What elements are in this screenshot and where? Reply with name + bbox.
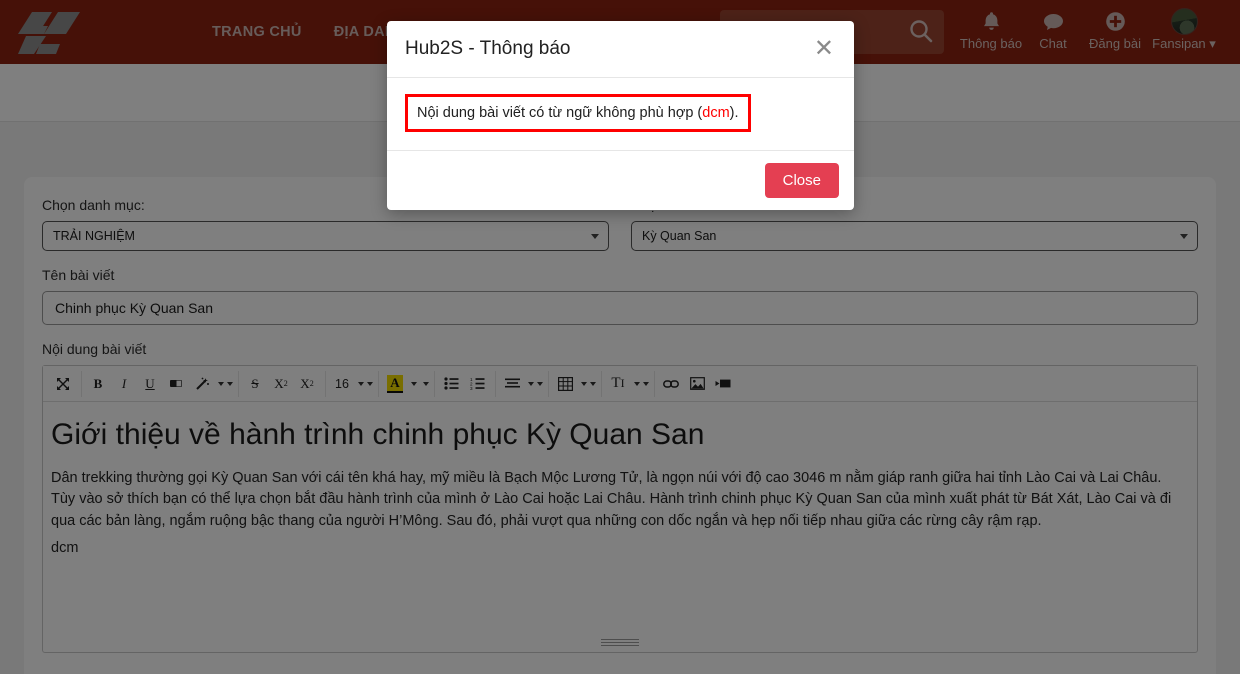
- alert-text-after: ).: [729, 105, 739, 121]
- dialog-title: Hub2S - Thông báo: [405, 38, 571, 59]
- flagged-word: dcm: [702, 105, 730, 121]
- app-root: TRANG CHỦ ĐỊA DANH: [0, 0, 1240, 674]
- close-icon[interactable]: ✕: [812, 37, 836, 61]
- dialog-header: Hub2S - Thông báo ✕: [387, 21, 854, 78]
- alert-message: Nội dung bài viết có từ ngữ không phù hợ…: [405, 94, 751, 132]
- notification-dialog: Hub2S - Thông báo ✕ Nội dung bài viết có…: [387, 21, 854, 210]
- dialog-body: Nội dung bài viết có từ ngữ không phù hợ…: [387, 78, 854, 150]
- close-button[interactable]: Close: [764, 163, 839, 198]
- alert-text-before: Nội dung bài viết có từ ngữ không phù hợ…: [417, 105, 703, 121]
- dialog-footer: Close: [387, 150, 854, 210]
